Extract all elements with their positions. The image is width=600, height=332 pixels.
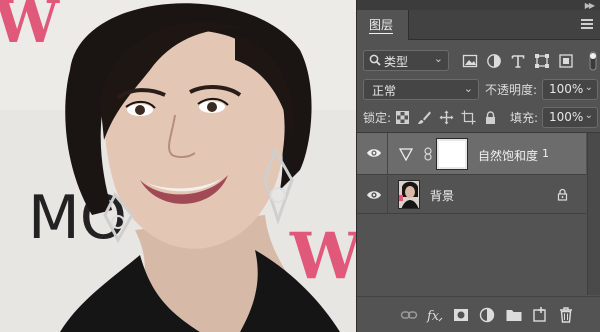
tab-layers[interactable]: 图层 <box>357 10 409 40</box>
filter-toggle-switch[interactable] <box>589 51 597 71</box>
chevron-down-icon: ⌄ <box>584 82 593 93</box>
new-group-icon[interactable] <box>505 306 523 324</box>
add-mask-icon[interactable] <box>452 306 470 324</box>
layer-filter-row: 类型 ⌄ <box>357 47 600 73</box>
collapse-panel-icon[interactable]: ▶▶ <box>585 1 595 10</box>
blend-mode-label: 正常 <box>372 84 397 98</box>
search-icon <box>369 54 381 66</box>
divider <box>387 176 388 213</box>
blend-opacity-row: 正常 ⌄ 不透明度: 100% ⌄ <box>357 77 600 103</box>
panel-tab-bar: 图层 <box>357 10 600 40</box>
portrait-photo: W MO W <box>0 0 356 332</box>
adjustment-filter-icon[interactable] <box>486 53 502 69</box>
layer-name-suffix: 1 <box>542 147 549 160</box>
layer-thumbnail[interactable] <box>398 180 420 209</box>
blend-mode-select[interactable]: 正常 ⌄ <box>363 79 479 100</box>
fill-value: 100% <box>549 110 584 124</box>
lock-all-icon[interactable] <box>483 110 498 125</box>
opacity-label: 不透明度: <box>485 83 538 97</box>
background-letters-pink-top: W <box>0 0 60 56</box>
panel-header-strip: ▶▶ <box>357 0 600 10</box>
new-layer-icon[interactable] <box>531 306 549 324</box>
document-canvas[interactable]: W MO W <box>0 0 356 332</box>
layers-panel: ▶▶ 图层 类型 ⌄ 正常 ⌄ 不透明度: 100% ⌄ 锁定: 填充: 100… <box>356 0 600 332</box>
shape-filter-icon[interactable] <box>534 53 550 69</box>
lock-label: 锁定: <box>363 111 392 125</box>
visibility-eye-icon[interactable] <box>366 147 382 159</box>
panel-menu-icon[interactable] <box>581 19 593 29</box>
lock-artboard-icon[interactable] <box>461 110 476 125</box>
type-filter-icon[interactable] <box>510 53 526 69</box>
fill-label: 填充: <box>510 111 539 125</box>
svg-text:fx: fx <box>426 309 440 324</box>
panel-scrollbar[interactable] <box>587 133 600 295</box>
opacity-value: 100% <box>549 82 584 96</box>
layer-name[interactable]: 背景 <box>430 187 454 204</box>
lock-pixels-icon[interactable] <box>417 110 432 125</box>
link-layers-icon[interactable] <box>400 306 418 324</box>
filter-kind-label: 类型 <box>384 55 409 69</box>
tab-layers-label: 图层 <box>369 18 394 34</box>
layer-mask-thumbnail[interactable] <box>436 138 468 170</box>
lock-position-icon[interactable] <box>439 110 454 125</box>
new-adjustment-icon[interactable] <box>478 306 496 324</box>
layer-row-vibrance[interactable]: 自然饱和度 1 <box>357 133 586 175</box>
fill-field[interactable]: 100% ⌄ <box>542 107 598 128</box>
chevron-down-icon: ⌄ <box>584 110 593 121</box>
pixel-layer-filter-icon[interactable] <box>462 53 478 69</box>
chevron-down-icon: ⌄ <box>433 52 443 65</box>
layer-row-background[interactable]: 背景 <box>357 176 586 214</box>
vibrance-triangle-icon <box>399 148 413 161</box>
layers-bottom-toolbar: fx <box>357 296 600 332</box>
layer-lock-icon[interactable] <box>557 188 568 201</box>
layer-name[interactable]: 自然饱和度 <box>478 147 538 164</box>
mask-link-icon[interactable] <box>424 147 432 161</box>
layer-style-icon[interactable]: fx <box>426 306 444 324</box>
divider <box>387 133 388 174</box>
visibility-eye-icon[interactable] <box>366 189 382 201</box>
lock-transparency-icon[interactable] <box>395 110 410 125</box>
opacity-field[interactable]: 100% ⌄ <box>542 79 598 100</box>
delete-layer-icon[interactable] <box>557 306 575 324</box>
smart-object-filter-icon[interactable] <box>558 53 574 69</box>
filter-kind-select[interactable]: 类型 ⌄ <box>363 50 449 71</box>
background-letters-dark: MO <box>28 183 127 253</box>
lock-fill-row: 锁定: 填充: 100% ⌄ <box>357 106 600 130</box>
chevron-down-icon: ⌄ <box>463 82 473 95</box>
portrait-thumbnail-image <box>399 181 419 208</box>
